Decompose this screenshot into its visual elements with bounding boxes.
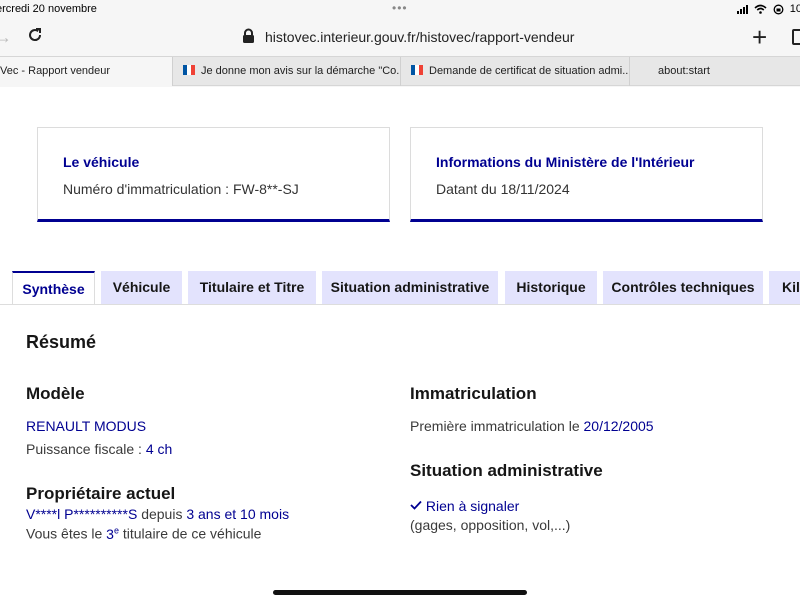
browser-tab-rapport[interactable]: Vec - Rapport vendeur	[0, 57, 172, 86]
admin-heading: Situation administrative	[410, 461, 603, 480]
summary-heading: Résumé	[26, 332, 97, 352]
browser-tab-about[interactable]: about:start	[629, 57, 800, 86]
browser-tab-label: Vec - Rapport vendeur	[0, 65, 111, 77]
tab-situation-administrative[interactable]: Situation administrative	[322, 271, 498, 304]
status-date: ercredi 20 novembre	[0, 3, 97, 15]
orientation-lock-icon	[773, 4, 784, 14]
tab-controles-techniques[interactable]: Contrôles techniques	[603, 271, 763, 304]
owner-rank-value: 3e	[106, 525, 119, 542]
reload-icon[interactable]	[26, 26, 44, 44]
owner-heading: Propriétaire actuel	[26, 484, 176, 503]
synthese-panel: Résumé Modèle RENAULT MODUS Puissance fi…	[0, 304, 800, 600]
model-heading: Modèle	[26, 384, 85, 403]
url-field[interactable]: histovec.interieur.gouv.fr/histovec/rapp…	[265, 29, 574, 45]
address-bar: → histovec.interieur.gouv.fr/histovec/ra…	[0, 20, 800, 54]
report-date: Datant du 18/11/2024	[436, 181, 570, 197]
new-tab-icon[interactable]: +	[752, 22, 767, 53]
first-registration-date: 20/12/2005	[583, 418, 654, 434]
owner-rank: Vous êtes le 3e titulaire de ce véhicule	[26, 525, 261, 542]
ministry-card-title: Informations du Ministère de l'Intérieur	[436, 154, 695, 170]
ministry-card: Informations du Ministère de l'Intérieur…	[410, 127, 763, 222]
owner-name: V****l P**********S	[26, 506, 138, 522]
admin-status: Rien à signaler	[410, 498, 519, 514]
cellular-signal-icon	[736, 4, 748, 14]
tab-vehicule[interactable]: Véhicule	[101, 271, 182, 304]
browser-tab-strip: Vec - Rapport vendeur Je donne mon avis …	[0, 56, 800, 86]
admin-note: (gages, opposition, vol,...)	[410, 517, 571, 533]
battery-level: 10	[789, 3, 800, 15]
vehicle-card-title: Le véhicule	[63, 154, 140, 170]
tab-historique[interactable]: Historique	[505, 271, 597, 304]
browser-tab-label: Je donne mon avis sur la démarche "Co...	[201, 65, 400, 77]
owner-line: V****l P**********S depuis 3 ans et 10 m…	[26, 506, 289, 522]
tab-kilometrage[interactable]: Kilo	[769, 271, 800, 304]
more-icon[interactable]: •••	[392, 1, 408, 15]
model-name: RENAULT MODUS	[26, 418, 147, 434]
fiscal-power-value: 4 ch	[145, 441, 173, 457]
home-indicator[interactable]	[273, 590, 527, 595]
france-flag-icon	[411, 65, 423, 75]
first-registration: Première immatriculation le 20/12/2005	[410, 418, 654, 434]
fiscal-power: Puissance fiscale : 4 ch	[26, 441, 172, 457]
browser-tab-certificat[interactable]: Demande de certificat de situation admi.…	[400, 57, 629, 86]
tab-titulaire[interactable]: Titulaire et Titre	[188, 271, 316, 304]
registration-heading: Immatriculation	[410, 384, 537, 403]
owner-since-label: depuis	[141, 506, 183, 522]
tab-overview-icon[interactable]	[792, 29, 800, 45]
owner-rank-prefix: Vous êtes le	[26, 525, 103, 542]
vehicle-card: Le véhicule Numéro d'immatriculation : F…	[37, 127, 390, 222]
browser-tab-label: about:start	[658, 65, 710, 77]
tab-synthese[interactable]: Synthèse	[12, 271, 95, 305]
browser-tab-label: Demande de certificat de situation admi.…	[429, 65, 629, 77]
browser-tab-avis[interactable]: Je donne mon avis sur la démarche "Co...	[172, 57, 400, 86]
registration-number: Numéro d'immatriculation : FW-8**-SJ	[63, 181, 299, 197]
fiscal-power-label: Puissance fiscale :	[26, 441, 142, 457]
page-content: Le véhicule Numéro d'immatriculation : F…	[0, 87, 800, 600]
admin-status-text: Rien à signaler	[425, 498, 520, 514]
lock-icon	[243, 28, 254, 43]
report-tabs: Synthèse Véhicule Titulaire et Titre Sit…	[0, 271, 800, 305]
first-registration-label: Première immatriculation le	[410, 418, 580, 434]
owner-since-value: 3 ans et 10 mois	[186, 506, 290, 522]
owner-rank-suffix: titulaire de ce véhicule	[122, 525, 262, 542]
check-icon	[410, 500, 422, 510]
status-indicators: 10	[736, 3, 800, 15]
france-flag-icon	[183, 65, 195, 75]
forward-arrow-icon[interactable]: →	[0, 27, 12, 48]
status-bar: ercredi 20 novembre ••• 10	[0, 0, 800, 20]
wifi-icon	[754, 4, 767, 14]
